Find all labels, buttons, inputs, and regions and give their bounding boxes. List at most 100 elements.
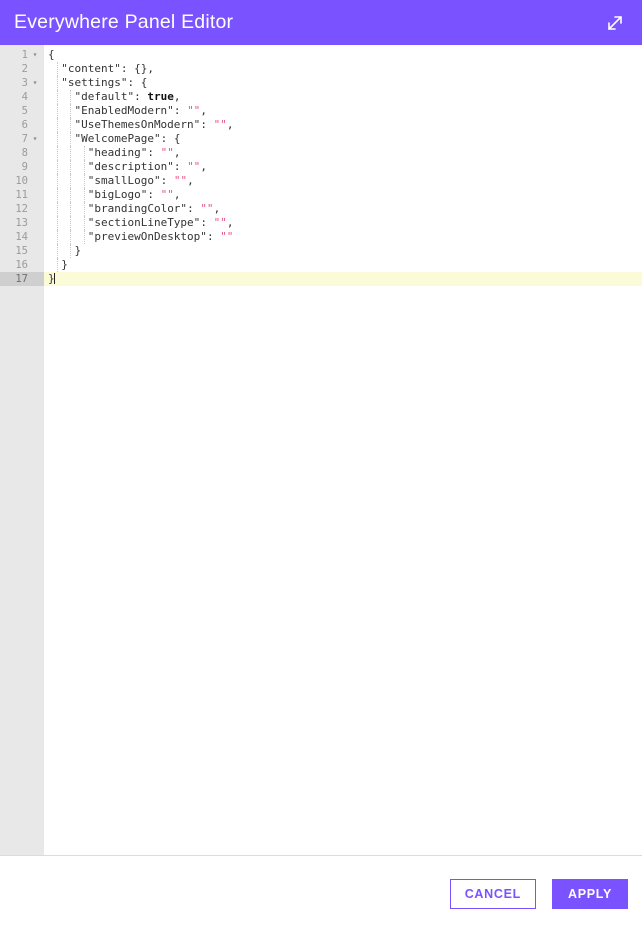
token-punct: , (173, 188, 181, 201)
token-key: "settings" (61, 76, 128, 89)
indent-guide (70, 244, 72, 258)
code-line[interactable]: 3 ▾ "settings": { (0, 76, 642, 90)
token-punct: , (173, 90, 181, 103)
indent-guide (57, 104, 59, 118)
token-punct: : (206, 230, 221, 243)
code-text: "default": true, (44, 90, 642, 104)
token-punct: : (200, 118, 214, 131)
code-text: "brandingColor": "", (44, 202, 642, 216)
code-line[interactable]: 15} (0, 244, 642, 258)
indent-guide (57, 132, 59, 146)
code-text: } (44, 272, 642, 286)
token-str: "" (213, 118, 227, 131)
line-number: 9 (21, 161, 28, 173)
code-text: "bigLogo": "", (44, 188, 642, 202)
token-punct: : (147, 146, 161, 159)
token-key: "UseThemesOnModern" (74, 118, 201, 131)
code-tokens: "sectionLineType": "", (48, 216, 234, 229)
token-punct: , (200, 160, 207, 173)
indent-guide (83, 216, 85, 230)
indent-guide (57, 230, 59, 244)
token-punct: } (74, 244, 82, 257)
code-line[interactable]: 6 "UseThemesOnModern": "", (0, 118, 642, 132)
code-line[interactable]: 11 "bigLogo": "", (0, 188, 642, 202)
indent-guide (83, 160, 85, 174)
code-line[interactable]: 7 ▾ "WelcomePage": { (0, 132, 642, 146)
code-text: { (44, 48, 642, 62)
code-tokens: "content": {}, (48, 62, 154, 75)
code-tokens: } (48, 244, 81, 257)
code-line[interactable]: 4 "default": true, (0, 90, 642, 104)
code-line[interactable]: 2 "content": {}, (0, 62, 642, 76)
text-cursor (53, 273, 55, 284)
code-tokens: "EnabledModern": "", (48, 104, 207, 117)
code-tokens: "previewOnDesktop": "" (48, 230, 234, 243)
token-punct: , (187, 174, 194, 187)
indent-guide (57, 216, 59, 230)
indent-guide (70, 188, 72, 202)
dialog-footer: CANCEL APPLY (0, 856, 642, 931)
token-punct: : (173, 104, 188, 117)
code-line[interactable]: 8 "heading": "", (0, 146, 642, 160)
indent-guide (70, 132, 72, 146)
token-punct: : (160, 132, 174, 145)
code-line[interactable]: 5 "EnabledModern": "", (0, 104, 642, 118)
code-tokens: "bigLogo": "", (48, 188, 181, 201)
code-text: "heading": "", (44, 146, 642, 160)
line-number: 13 (15, 217, 28, 229)
panel-editor-dialog: Everywhere Panel Editor 1 ▾ {2 "content": {… (0, 0, 642, 931)
fold-arrow-icon[interactable]: ▾ (30, 76, 40, 90)
code-line[interactable]: 17} (0, 272, 642, 286)
expand-arrows-icon[interactable] (602, 10, 628, 36)
token-punct: { (48, 48, 55, 61)
token-key: "previewOnDesktop" (87, 230, 207, 243)
code-line[interactable]: 14 "previewOnDesktop": "" (0, 230, 642, 244)
code-line[interactable]: 10 "smallLogo": "", (0, 174, 642, 188)
cancel-button[interactable]: CANCEL (449, 878, 536, 909)
token-punct: : (187, 202, 201, 215)
token-punct: } (61, 258, 68, 271)
indent-guide (83, 174, 85, 188)
indent-guide (57, 62, 59, 76)
indent-guide (70, 160, 72, 174)
code-line[interactable]: 9 "description": "", (0, 160, 642, 174)
token-key: "smallLogo" (87, 174, 161, 187)
token-key: "description" (87, 160, 174, 173)
line-number: 1 ▾ (0, 48, 44, 62)
indent-guide (70, 174, 72, 188)
line-number: 16 (15, 259, 28, 271)
code-line[interactable]: 12 "brandingColor": "", (0, 202, 642, 216)
token-punct: , (200, 104, 207, 117)
indent-guide (57, 258, 59, 272)
token-punct: { (140, 76, 148, 89)
indent-guide (70, 216, 72, 230)
code-line[interactable]: 1 ▾ { (0, 48, 642, 62)
token-str: "" (173, 174, 188, 187)
fold-arrow-icon[interactable]: ▾ (30, 48, 40, 62)
token-str: "" (220, 230, 234, 243)
fold-arrow-icon[interactable]: ▾ (30, 132, 40, 146)
line-number: 4 (21, 91, 28, 103)
code-line[interactable]: 13 "sectionLineType": "", (0, 216, 642, 230)
token-str: "" (160, 146, 174, 159)
editor-lines[interactable]: 1 ▾{2 "content": {}, 3 ▾ "settings": {4 "defau… (0, 48, 642, 286)
line-number: 15 (15, 245, 28, 257)
token-bool: true (147, 90, 174, 103)
indent-guide (57, 146, 59, 160)
apply-button[interactable]: APPLY (552, 878, 628, 909)
token-punct: , (226, 118, 234, 131)
line-number: 6 (21, 119, 28, 131)
code-text: "smallLogo": "", (44, 174, 642, 188)
code-tokens: "brandingColor": "", (48, 202, 220, 215)
indent-guide (57, 118, 59, 132)
code-line[interactable]: 16} (0, 258, 642, 272)
code-tokens: "heading": "", (48, 146, 181, 159)
code-text: "content": {}, (44, 62, 642, 76)
indent-guide (57, 244, 59, 258)
token-str: "" (200, 202, 214, 215)
line-number: 12 (15, 203, 28, 215)
token-punct: , (213, 202, 221, 215)
indent-guide (57, 188, 59, 202)
code-editor[interactable]: 1 ▾{2 "content": {}, 3 ▾ "settings": {4 "defau… (0, 45, 642, 856)
line-number: 5 (21, 105, 28, 117)
